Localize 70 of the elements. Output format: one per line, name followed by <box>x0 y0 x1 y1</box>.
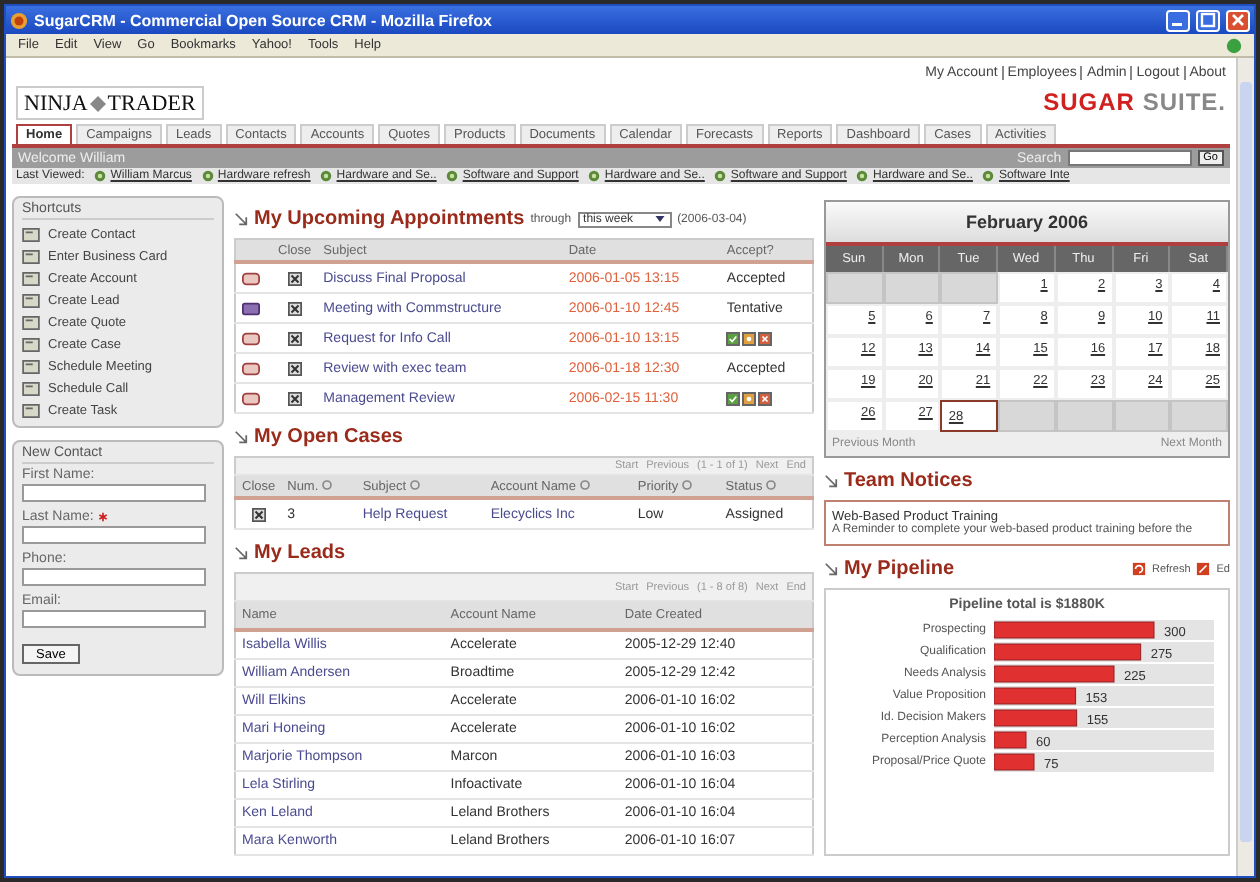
caret-icon <box>653 214 666 224</box>
collapse-arrow-icon <box>234 546 248 560</box>
tentative-button[interactable] <box>742 391 757 405</box>
dot-icon <box>744 333 755 343</box>
close-icon[interactable] <box>287 301 302 315</box>
search-field[interactable] <box>1067 150 1192 166</box>
sort-icon[interactable] <box>322 479 333 489</box>
status-icon <box>1226 37 1242 53</box>
close-button[interactable] <box>1226 9 1250 31</box>
close-icon[interactable] <box>287 391 302 405</box>
card-icon <box>22 294 40 308</box>
scroll-bar[interactable] <box>1236 58 1254 876</box>
dashlet-title: My Leads <box>254 542 346 564</box>
card-icon <box>22 316 40 330</box>
refresh-icon[interactable] <box>1132 562 1146 576</box>
collapse-arrow-icon <box>234 430 248 444</box>
collapse-arrow-icon <box>824 474 838 488</box>
edit-icon[interactable] <box>1196 562 1211 576</box>
input-field[interactable] <box>22 484 206 502</box>
input-field[interactable] <box>22 568 206 586</box>
decline-button[interactable] <box>758 331 773 345</box>
input-field[interactable] <box>22 610 206 628</box>
close-icon[interactable] <box>287 361 302 375</box>
dashlet-title: My Upcoming Appointments <box>254 208 525 230</box>
card-icon <box>22 228 40 242</box>
check-icon <box>728 393 739 403</box>
brand-logo: SUGAR SUITE. <box>1043 88 1226 116</box>
record-icon <box>982 170 995 182</box>
decline-button[interactable] <box>758 391 773 405</box>
close-icon[interactable] <box>287 271 302 285</box>
record-icon <box>856 170 869 182</box>
dashlet-title: My Open Cases <box>254 426 403 448</box>
cross-icon <box>760 393 771 403</box>
calendar-month: February 2006 <box>826 202 1228 246</box>
cross-icon <box>760 333 771 343</box>
sort-icon[interactable] <box>682 479 693 489</box>
collapse-arrow-icon <box>824 562 838 576</box>
close-icon[interactable] <box>287 331 302 345</box>
maximize-icon <box>1200 12 1216 28</box>
record-icon <box>588 170 601 182</box>
accept-button[interactable] <box>726 331 741 345</box>
record-icon <box>320 170 333 182</box>
window-title: SugarCRM - Commercial Open Source CRM - Mozilla Firefox <box>34 11 492 29</box>
sort-icon[interactable] <box>766 479 777 489</box>
sort-icon[interactable] <box>410 479 421 489</box>
maximize-button[interactable] <box>1196 9 1220 31</box>
check-icon <box>728 333 739 343</box>
close-icon[interactable] <box>251 507 266 521</box>
tentative-button[interactable] <box>742 331 757 345</box>
input-field[interactable] <box>22 526 206 544</box>
card-icon <box>22 250 40 264</box>
dot-icon <box>744 393 755 403</box>
card-icon <box>22 404 40 418</box>
card-icon <box>22 338 40 352</box>
dashlet-title: My Pipeline <box>844 558 955 580</box>
accept-button[interactable] <box>726 391 741 405</box>
record-icon <box>446 170 459 182</box>
collapse-arrow-icon <box>234 212 248 226</box>
record-icon <box>714 170 727 182</box>
sort-icon[interactable] <box>579 479 590 489</box>
record-icon <box>94 170 107 182</box>
dashlet-title: Team Notices <box>844 470 973 492</box>
record-icon <box>201 170 214 182</box>
logo: NINJA TRADER <box>16 86 204 120</box>
card-icon <box>22 360 40 374</box>
card-icon <box>22 382 40 396</box>
close-icon <box>1230 12 1246 28</box>
minimize-button[interactable] <box>1166 9 1190 31</box>
card-icon <box>22 272 40 286</box>
app-icon <box>10 11 28 29</box>
